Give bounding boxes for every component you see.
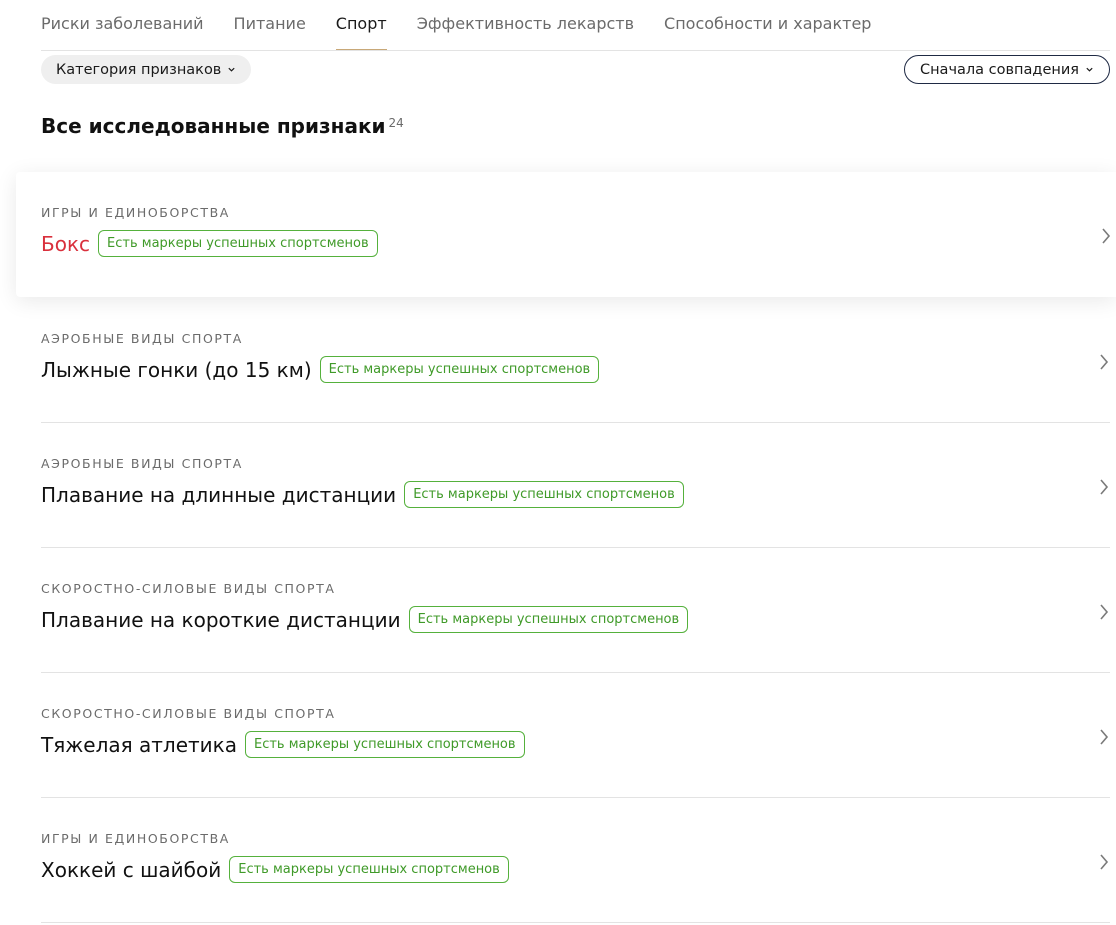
item-category: Игры и единоборства <box>41 205 230 220</box>
item-title: Хоккей с шайбой <box>41 857 222 882</box>
tab-sport[interactable]: Спорт <box>335 0 387 51</box>
item-title: Плавание на длинные дистанции <box>41 482 397 507</box>
sort-dropdown-button[interactable]: Сначала совпадения <box>903 55 1110 84</box>
item-category: Игры и единоборства <box>41 831 230 846</box>
sort-label: Сначала совпадения <box>919 61 1079 78</box>
section-title: Все исследованные признаки 24 <box>41 114 404 138</box>
category-filter-label: Категория признаков <box>56 61 222 78</box>
item-title-line: Плавание на короткие дистанции Есть марк… <box>41 606 689 633</box>
category-filter-button[interactable]: Категория признаков <box>41 55 252 84</box>
list-item[interactable]: Скоростно-силовые виды спорта Тяжелая ат… <box>41 673 1110 798</box>
tab-disease-risks[interactable]: Риски заболеваний <box>41 0 204 51</box>
item-title: Лыжные гонки (до 15 км) <box>41 357 312 382</box>
item-title: Плавание на короткие дистанции <box>41 607 401 632</box>
chevron-down-icon <box>1086 67 1093 72</box>
item-category: Аэробные виды спорта <box>41 456 243 471</box>
list-item[interactable]: Скоростно-силовые виды спорта Плавание н… <box>41 548 1110 673</box>
success-markers-badge: Есть маркеры успешных спортсменов <box>229 856 509 883</box>
list-item[interactable]: Аэробные виды спорта Лыжные гонки (до 15… <box>41 298 1110 423</box>
item-title-line: Плавание на длинные дистанции Есть марке… <box>41 481 684 508</box>
success-markers-badge: Есть маркеры успешных спортсменов <box>408 606 689 633</box>
tab-nutrition[interactable]: Питание <box>234 0 306 51</box>
item-title: Бокс <box>41 231 91 256</box>
success-markers-badge: Есть маркеры успешных спортсменов <box>244 731 525 758</box>
row-divider <box>41 922 1110 923</box>
list-item[interactable]: Аэробные виды спорта Плавание на длинные… <box>41 423 1110 548</box>
chevron-right-icon <box>1100 854 1109 870</box>
chevron-right-icon <box>1100 729 1109 745</box>
chevron-right-icon <box>1102 228 1111 244</box>
success-markers-badge: Есть маркеры успешных спортсменов <box>404 481 684 508</box>
list-item[interactable]: Игры и единоборства Бокс Есть маркеры ус… <box>16 172 1116 297</box>
item-title-line: Тяжелая атлетика Есть маркеры успешных с… <box>41 731 525 758</box>
item-title-line: Хоккей с шайбой Есть маркеры успешных сп… <box>41 856 509 883</box>
tab-drug-efficacy[interactable]: Эффективность лекарств <box>417 0 634 51</box>
section-count: 24 <box>388 116 404 130</box>
section-title-text: Все исследованные признаки <box>41 114 386 138</box>
chevron-right-icon <box>1100 604 1109 620</box>
item-category: Скоростно-силовые виды спорта <box>41 706 336 721</box>
chevron-right-icon <box>1100 354 1109 370</box>
item-title-line: Лыжные гонки (до 15 км) Есть маркеры усп… <box>41 356 600 383</box>
success-markers-badge: Есть маркеры успешных спортсменов <box>319 356 600 383</box>
tabs-divider <box>41 50 1110 51</box>
item-title: Тяжелая атлетика <box>41 732 237 757</box>
chevron-down-icon <box>228 67 235 72</box>
item-category: Скоростно-силовые виды спорта <box>41 581 336 596</box>
list-item[interactable]: Игры и единоборства Хоккей с шайбой Есть… <box>41 798 1110 923</box>
category-tabs: Риски заболеваний Питание Спорт Эффектив… <box>41 0 901 51</box>
success-markers-badge: Есть маркеры успешных спортсменов <box>98 230 378 257</box>
chevron-right-icon <box>1100 479 1109 495</box>
tab-abilities-character[interactable]: Способности и характер <box>664 0 871 51</box>
item-category: Аэробные виды спорта <box>41 331 243 346</box>
item-title-line: Бокс Есть маркеры успешных спортсменов <box>41 230 378 257</box>
